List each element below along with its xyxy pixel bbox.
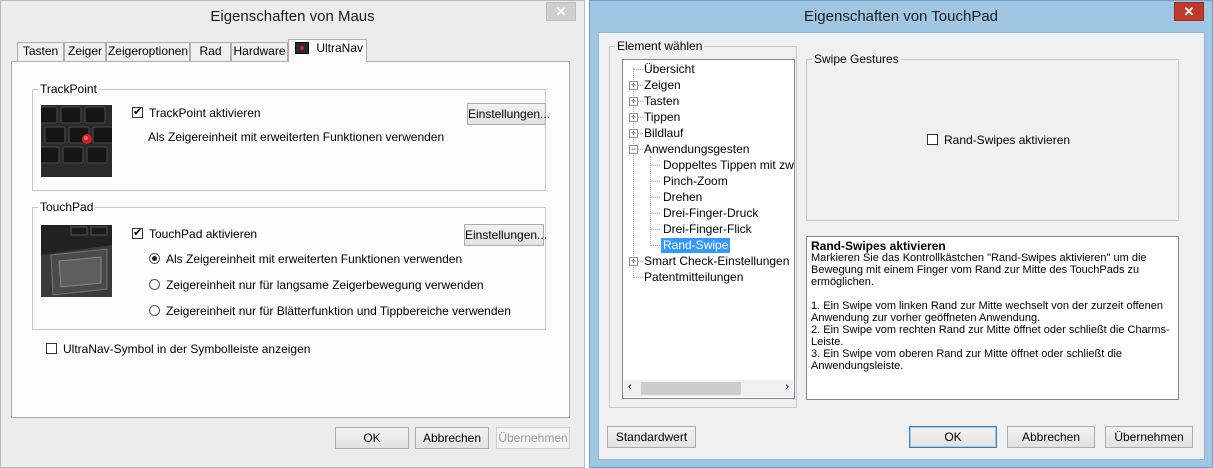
tree-item-tippen[interactable]: Tippen (644, 110, 680, 125)
tree-item-three-finger-press[interactable]: Drei-Finger-Druck (663, 206, 758, 221)
tree-item-patent-notices[interactable]: Patentmitteilungen (644, 270, 743, 285)
defaults-button[interactable]: Standardwert (607, 426, 696, 448)
scroll-left-icon[interactable]: ‹ (628, 381, 632, 393)
trackpoint-group: TrackPoint TrackPoint aktivieren Als Zei… (32, 82, 550, 191)
swipe-gestures-group: Swipe Gestures Rand-Swipes aktivieren (806, 52, 1179, 221)
touchpad-enable-label[interactable]: TouchPad aktivieren (149, 227, 257, 241)
mouse-window-close-button[interactable]: ✕ (546, 2, 576, 21)
tab-zeigeroptionen[interactable]: Zeigeroptionen (106, 42, 190, 61)
swipe-gestures-label: Swipe Gestures (812, 52, 901, 66)
touchpad-mode-radio-slow[interactable] (149, 279, 160, 290)
tree-item-double-tap[interactable]: Doppeltes Tippen mit zwei F (663, 158, 794, 173)
edge-swipe-checkbox[interactable] (927, 134, 938, 145)
touchpad-mode-slow-label[interactable]: Zeigereinheit nur für langsame Zeigerbew… (166, 278, 484, 292)
tree-item-drehen[interactable]: Drehen (663, 190, 702, 205)
touchpad-cancel-button[interactable]: Abbrechen (1007, 426, 1095, 448)
touchpad-group: TouchPad TouchPad aktivieren Einstellung… (32, 200, 547, 330)
help-point-3: 3. Ein Swipe vom oberen Rand zur Mitte ö… (811, 348, 1123, 372)
element-select-label: Element wählen (615, 39, 705, 53)
help-text-panel: Rand-Swipes aktivieren Markieren Sie das… (806, 236, 1179, 400)
touchpad-mode-radio-scroll[interactable] (149, 305, 160, 316)
touchpad-apply-button[interactable]: Übernehmen (1105, 426, 1193, 448)
edge-swipe-label[interactable]: Rand-Swipes aktivieren (944, 133, 1070, 147)
mouse-properties-window: Eigenschaften von Maus ✕ Tasten Zeiger Z… (0, 0, 585, 468)
trackpoint-keyboard-image (41, 105, 112, 177)
tab-tasten[interactable]: Tasten (17, 42, 64, 61)
touchpad-group-label: TouchPad (38, 200, 96, 214)
tree-item-anwendungsgesten[interactable]: Anwendungsgesten (644, 142, 749, 157)
tree-item-smart-check[interactable]: Smart Check-Einstellungen (644, 254, 789, 269)
tree-expand-icon[interactable]: + (629, 257, 638, 266)
trackpoint-enable-checkbox[interactable] (132, 105, 143, 118)
trackpoint-mode-note: Als Zeigereinheit mit erweiterten Funkti… (148, 130, 445, 144)
tree-item-three-finger-flick[interactable]: Drei-Finger-Flick (663, 222, 752, 237)
help-point-2: 2. Ein Swipe vom rechten Rand zur Mitte … (811, 324, 1170, 348)
tree-item-bildlauf[interactable]: Bildlauf (644, 126, 683, 141)
tab-zeiger[interactable]: Zeiger (64, 42, 106, 61)
tree-expand-icon[interactable]: + (629, 129, 638, 138)
scroll-right-icon[interactable]: › (785, 381, 789, 393)
tree-expand-icon[interactable]: + (629, 97, 638, 106)
touchpad-mode-extended-label[interactable]: Als Zeigereinheit mit erweiterten Funkti… (166, 252, 462, 266)
mouse-apply-button[interactable]: Übernehmen (496, 427, 570, 449)
tab-ultranav[interactable]: UltraNav (288, 39, 367, 62)
trackpoint-enable-label[interactable]: TrackPoint aktivieren (149, 106, 261, 120)
mouse-ok-button[interactable]: OK (335, 427, 409, 449)
help-heading: Rand-Swipes aktivieren (811, 239, 946, 253)
tree-item-tasten[interactable]: Tasten (644, 94, 679, 109)
mouse-cancel-button[interactable]: Abbrechen (415, 427, 489, 449)
touchpad-mode-scroll-label[interactable]: Zeigereinheit nur für Blätterfunktion un… (166, 304, 511, 318)
tree-expand-icon[interactable]: + (629, 81, 638, 90)
trackpoint-settings-button[interactable]: Einstellungen... (467, 103, 550, 125)
tree-horizontal-scrollbar[interactable]: ‹ › (624, 380, 793, 397)
tray-icon-label[interactable]: UltraNav-Symbol in der Symbolleiste anze… (63, 342, 310, 356)
mouse-window-titlebar[interactable]: Eigenschaften von Maus ✕ (1, 1, 584, 33)
tree-scroll-thumb[interactable] (641, 382, 741, 395)
touchpad-window-close-button[interactable]: ✕ (1174, 2, 1204, 21)
tree-item-pinch-zoom[interactable]: Pinch-Zoom (663, 174, 728, 189)
touchpad-settings-button[interactable]: Einstellungen... (464, 224, 547, 246)
touchpad-window-title: Eigenschaften von TouchPad (803, 8, 999, 25)
touchpad-mode-radio-extended[interactable] (149, 253, 160, 264)
tree-item-rand-swipe[interactable]: Rand-Swipe (661, 238, 731, 253)
ultranav-tab-page: TrackPoint TrackPoint aktivieren Als Zei… (11, 61, 570, 418)
trackpoint-group-label: TrackPoint (38, 82, 99, 96)
mouse-window-title: Eigenschaften von Maus (210, 8, 375, 25)
help-point-1: 1. Ein Swipe vom linken Rand zur Mitte w… (811, 300, 1163, 324)
help-intro: Markieren Sie das Kontrollkästchen "Rand… (811, 252, 1147, 288)
tree-item-zeigen[interactable]: Zeigen (644, 78, 681, 93)
touchpad-image (41, 225, 112, 297)
touchpad-window-titlebar[interactable]: Eigenschaften von TouchPad ✕ (590, 1, 1212, 33)
tree-collapse-icon[interactable]: − (629, 145, 638, 154)
touchpad-enable-checkbox[interactable] (132, 226, 143, 239)
tray-icon-checkbox[interactable] (46, 343, 57, 354)
ultranav-tab-icon (295, 42, 309, 54)
tab-rad[interactable]: Rad (190, 42, 231, 61)
tree-expand-icon[interactable]: + (629, 113, 638, 122)
settings-tree[interactable]: Übersicht + Zeigen + Tasten + Tippen + B… (622, 59, 795, 399)
touchpad-ok-button[interactable]: OK (909, 426, 997, 448)
tab-hardware[interactable]: Hardware (231, 42, 288, 61)
tree-item-overview[interactable]: Übersicht (644, 62, 695, 77)
ultranav-tab-label: UltraNav (316, 41, 364, 55)
